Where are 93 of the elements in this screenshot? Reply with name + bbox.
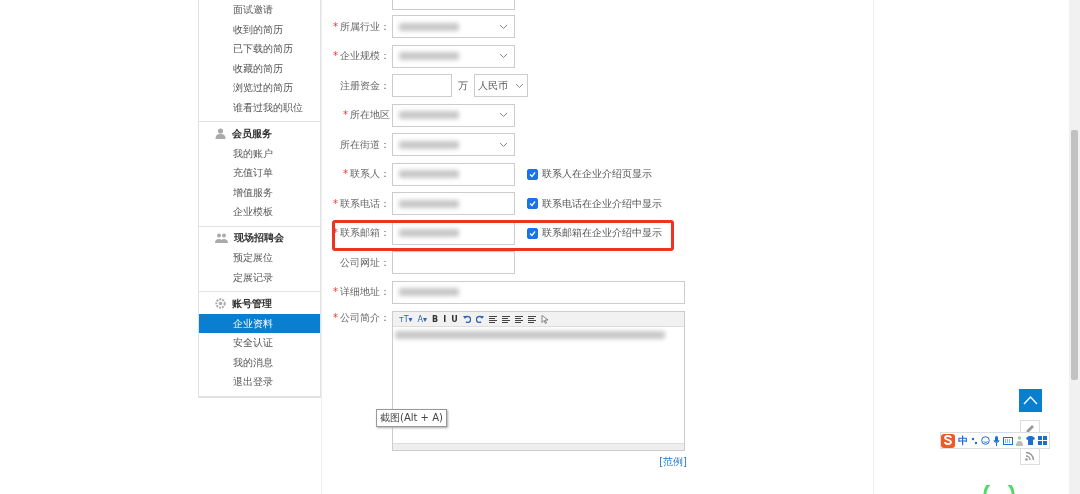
input-field[interactable] [392,192,515,216]
sidebar-item[interactable]: 收藏的简历 [199,58,320,78]
sidebar-item[interactable]: 安全认证 [199,333,320,353]
field-label: 公司网址： [340,256,390,268]
toolbar-button[interactable]: ᴛT▾ [399,314,413,324]
select-field[interactable] [392,133,515,157]
input-field[interactable] [392,221,515,245]
rss-icon[interactable] [1025,451,1035,461]
input-field[interactable] [392,162,515,186]
required-mark: * [333,312,338,323]
chevron-icon [515,82,524,89]
currency-select[interactable]: 人民币 [474,74,528,98]
tooltip: 截图(Alt + A) [376,409,447,427]
keyboard-icon[interactable] [1003,436,1013,445]
input-field[interactable] [392,251,515,275]
align-icon[interactable] [514,315,523,323]
ime-logo-icon[interactable] [941,433,955,448]
smiley-icon[interactable] [981,436,990,445]
field-label: 所在街道： [340,138,390,150]
checkbox-label: 联系人在企业介绍页显示 [542,167,652,182]
chevron-icon [499,141,508,148]
sidebar-item[interactable]: 浏览过的简历 [199,78,320,98]
sidebar-item[interactable]: 收到的简历 [199,19,320,39]
checkbox[interactable] [527,227,538,239]
person-icon [215,128,226,140]
checkbox-label: 联系邮箱在企业介绍中显示 [542,226,662,241]
sidebar-heading: 账号管理 [232,296,272,311]
sidebar-heading: 会员服务 [232,126,272,141]
field-label: 注册资金： [340,79,390,91]
required-mark: * [333,20,338,32]
input-field[interactable] [392,74,452,98]
sidebar-item[interactable]: 企业模板 [199,202,320,222]
chevron-icon [499,23,508,30]
field-label: 联系人： [350,168,390,180]
punctuation-icon[interactable] [971,436,978,445]
sidebar-item[interactable]: 企业资料 [199,313,320,333]
cursor-icon[interactable] [540,314,548,324]
required-mark: * [333,227,338,239]
chevron-icon [499,53,508,60]
required-mark: * [333,286,338,298]
back-to-top-button[interactable] [1019,389,1042,412]
pencil-icon[interactable] [1025,424,1035,434]
grid-icon[interactable] [1038,436,1047,445]
select-field[interactable] [392,0,515,10]
sidebar-item[interactable]: 定展记录 [199,267,320,287]
toolbar-button[interactable]: I [443,314,447,324]
progress-ring-icon [983,485,1015,494]
sidebar-item[interactable]: 增值服务 [199,182,320,202]
sidebar-item[interactable]: 已下载的简历 [199,39,320,59]
toolbar-button[interactable]: U [451,314,458,324]
field-label: 联系电话： [340,197,390,209]
field-label: 所属行业： [340,20,390,32]
people-icon [215,233,228,244]
sidebar-item[interactable]: 退出登录 [199,372,320,392]
checkbox[interactable] [527,198,538,210]
gear-icon [215,298,226,310]
toolbar-button[interactable]: A▾ [417,314,428,324]
align-icon[interactable] [501,315,510,323]
required-mark: * [333,50,338,62]
sidebar-heading: 现场招聘会 [234,231,284,246]
scrollbar[interactable] [1069,0,1080,494]
required-mark: * [343,168,348,180]
microphone-icon[interactable] [993,435,1000,446]
select-field[interactable] [392,15,515,39]
toolbar-button[interactable]: B [432,314,439,324]
input-field[interactable] [392,280,685,304]
field-label: 详细地址： [340,286,390,298]
sidebar-item[interactable]: 我的账户 [199,143,320,163]
chevron-icon [499,112,508,119]
sidebar-item[interactable]: 充值订单 [199,163,320,183]
checkbox-label: 联系电话在企业介绍中显示 [542,196,662,211]
redo-icon[interactable] [475,315,484,323]
required-mark: * [343,109,348,121]
select-field[interactable] [392,103,515,127]
undo-icon[interactable] [462,315,471,323]
sidebar-item[interactable]: 谁看过我的职位 [199,97,320,117]
sidebar-item[interactable]: 预定展位 [199,248,320,268]
required-mark: * [333,197,338,209]
chevron-up-icon [1023,396,1038,405]
sidebar-item[interactable]: 面试邀请 [199,0,320,20]
checkbox[interactable] [527,168,538,180]
sidebar-item[interactable]: 我的消息 [199,352,320,372]
select-field[interactable] [392,44,515,68]
field-label: 联系邮箱： [340,227,390,239]
field-label: 公司简介： [340,312,390,323]
align-icon[interactable] [527,315,536,323]
field-label: 企业规模： [340,50,390,62]
shirt-icon[interactable] [1026,436,1035,445]
example-link[interactable]: [范例] [392,455,687,469]
unit-label: 万 [458,78,468,93]
field-label: 所在地区 [350,109,390,121]
align-icon[interactable] [488,315,497,323]
ime-mode-button[interactable]: 中 [958,433,968,448]
